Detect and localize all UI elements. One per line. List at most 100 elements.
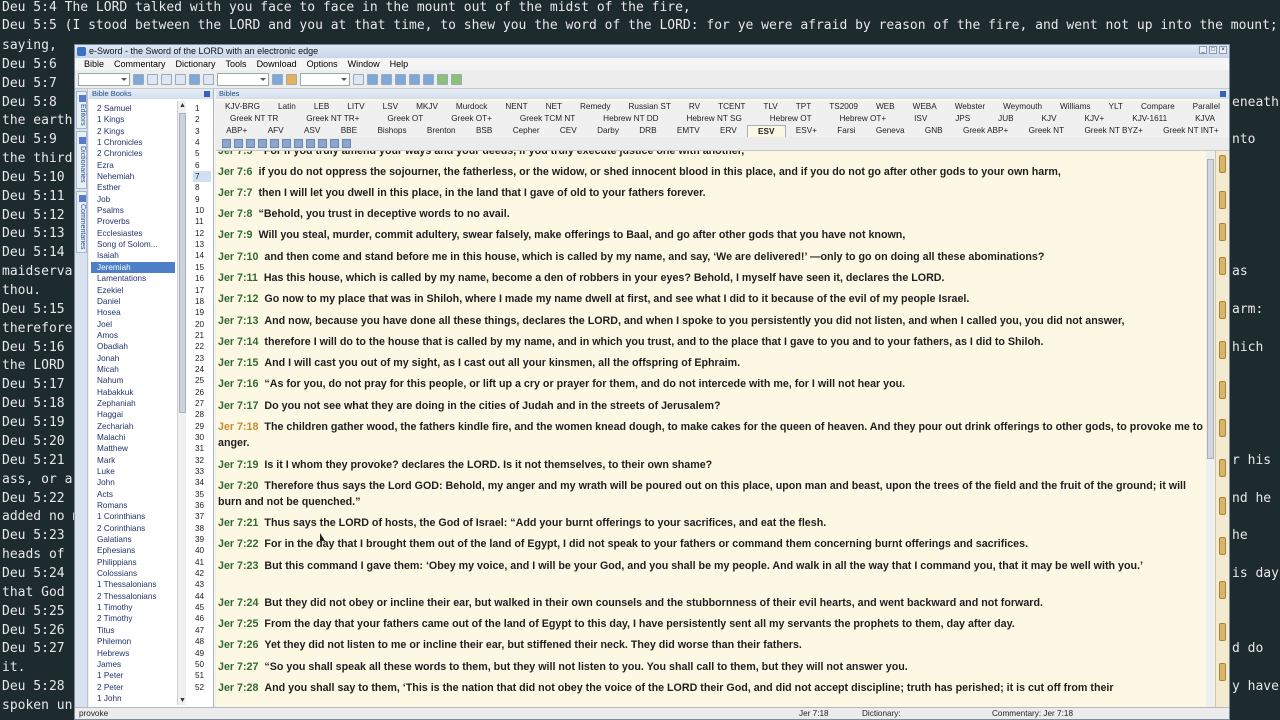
tab-parallel[interactable]: Parallel xyxy=(1184,101,1229,113)
chapter-item[interactable]: 25 xyxy=(193,375,211,386)
chapter-item[interactable]: 8 xyxy=(193,182,211,193)
tab-ts2009[interactable]: TS2009 xyxy=(820,101,867,113)
layout3-icon[interactable] xyxy=(395,73,406,85)
verse-reference[interactable]: Jer 7:22 xyxy=(218,538,258,550)
tab-weba[interactable]: WEBA xyxy=(904,101,946,113)
pin-icon[interactable] xyxy=(1220,91,1226,97)
tab-emtv[interactable]: EMTV xyxy=(667,125,710,137)
book-item[interactable]: Nahum xyxy=(91,375,175,386)
link-icon[interactable] xyxy=(342,139,351,148)
tab-net[interactable]: NET xyxy=(537,101,571,113)
chapter-item[interactable]: 46 xyxy=(193,613,211,624)
binoculars-icon[interactable] xyxy=(234,139,243,148)
tab-hebrew-ot[interactable]: Hebrew OT xyxy=(756,113,826,125)
chapter-item[interactable]: 43 xyxy=(193,579,211,590)
tab-latin[interactable]: Latin xyxy=(269,101,305,113)
book-item[interactable]: Lamentations xyxy=(91,273,175,284)
chapter-item[interactable]: 49 xyxy=(193,648,211,659)
verse-row[interactable]: Jer 7:21 Thus says the LORD of hosts, the… xyxy=(218,515,1209,531)
book-item[interactable]: 2 Thessalonians xyxy=(91,591,175,602)
verse-reference[interactable]: Jer 7:24 xyxy=(218,597,258,609)
menu-help[interactable]: Help xyxy=(385,58,414,70)
verse-reference[interactable]: Jer 7:19 xyxy=(218,459,258,471)
book-item[interactable]: Mark xyxy=(91,455,175,466)
tab-greek-nt-int-[interactable]: Greek NT INT+ xyxy=(1153,125,1229,137)
chapter-item[interactable]: 48 xyxy=(193,636,211,647)
tab-jps[interactable]: JPS xyxy=(941,113,984,125)
verse-reference[interactable]: Jer 7:8 xyxy=(218,208,252,220)
font-icon[interactable] xyxy=(270,139,279,148)
book-item[interactable]: Luke xyxy=(91,466,175,477)
menu-options[interactable]: Options xyxy=(302,58,343,70)
tab-rv[interactable]: RV xyxy=(680,101,709,113)
chapter-item[interactable]: 50 xyxy=(193,659,211,670)
book-item[interactable]: Malachi xyxy=(91,432,175,443)
book-item[interactable]: Daniel xyxy=(91,296,175,307)
bookmark-marker[interactable] xyxy=(1219,419,1226,437)
book-item[interactable]: Jeremiah xyxy=(91,261,175,274)
book-item[interactable]: Isaiah xyxy=(91,250,175,261)
tab-russian-st[interactable]: Russian ST xyxy=(620,101,680,113)
tab-abp-[interactable]: ABP+ xyxy=(216,125,258,137)
tab-bsb[interactable]: BSB xyxy=(466,125,503,137)
minimize-icon[interactable]: _ xyxy=(1199,46,1207,54)
tab-webster[interactable]: Webster xyxy=(946,101,994,113)
book-item[interactable]: Psalms xyxy=(91,205,175,216)
chapter-item[interactable]: 3 xyxy=(193,126,211,137)
menu-tools[interactable]: Tools xyxy=(221,58,252,70)
verse-row[interactable]: Jer 7:18 The children gather wood, the fa… xyxy=(218,419,1209,451)
tab-kjv-brg[interactable]: KJV-BRG xyxy=(216,101,269,113)
pin-icon[interactable] xyxy=(204,91,210,97)
tab-darby[interactable]: Darby xyxy=(587,125,629,137)
chapter-item[interactable]: 30 xyxy=(193,432,211,443)
tab-greek-nt-tr-[interactable]: Greek NT TR+ xyxy=(292,113,373,125)
back-icon[interactable] xyxy=(147,73,158,85)
next-icon[interactable] xyxy=(175,73,186,85)
book-item[interactable]: Song of Solom... xyxy=(91,239,175,250)
book-item[interactable]: Matthew xyxy=(91,443,175,454)
book-list-scrollbar[interactable]: ▲ ▼ xyxy=(177,101,186,705)
book-item[interactable]: 1 Kings xyxy=(91,114,175,125)
verse-reference[interactable]: Jer 7:10 xyxy=(218,251,258,263)
menu-download[interactable]: Download xyxy=(252,58,302,70)
book-item[interactable]: John xyxy=(91,477,175,488)
search-options-icon[interactable] xyxy=(203,73,214,85)
book-item[interactable]: Obadiah xyxy=(91,341,175,352)
verse-row[interactable]: Jer 7:13 And now, because you have done a… xyxy=(218,313,1209,329)
tab-commentaries[interactable]: Commentaries xyxy=(76,191,87,253)
tab-esv[interactable]: ESV xyxy=(746,125,786,137)
book-item[interactable]: Hebrews xyxy=(91,648,175,659)
bookmark-marker[interactable] xyxy=(1219,381,1226,399)
verse-row[interactable]: Jer 7:6 if you do not oppress the sojourn… xyxy=(218,164,1209,180)
chapter-item[interactable]: 7 xyxy=(193,171,211,183)
book-item[interactable]: 2 Chronicles xyxy=(91,148,175,159)
bookmark-marker[interactable] xyxy=(1219,341,1226,359)
chapter-item[interactable]: 51 xyxy=(193,670,211,681)
verse-row[interactable]: Jer 7:12 Go now to my place that was in S… xyxy=(218,291,1209,307)
menu-commentary[interactable]: Commentary xyxy=(109,58,171,70)
verse-reference[interactable]: Jer 7:26 xyxy=(218,639,258,651)
verse-reference[interactable]: Jer 7:17 xyxy=(218,400,258,412)
book-item[interactable]: Zechariah xyxy=(91,421,175,432)
notes-icon[interactable] xyxy=(258,139,267,148)
chapter-item[interactable]: 10 xyxy=(193,205,211,216)
book-item[interactable]: Nehemiah xyxy=(91,171,175,182)
chapter-item[interactable]: 20 xyxy=(193,319,211,330)
book-icon[interactable] xyxy=(133,73,144,85)
verse-row[interactable]: Jer 7:22 For in the day that I brought th… xyxy=(218,536,1209,552)
chapter-item[interactable]: 5 xyxy=(193,148,211,159)
book-item[interactable]: 1 Chronicles xyxy=(91,137,175,148)
verse-reference[interactable]: Jer 7:27 xyxy=(218,661,258,673)
verse-row[interactable]: Jer 7:20 Therefore thus says the Lord GOD… xyxy=(218,478,1209,510)
book-item[interactable]: Colossians xyxy=(91,568,175,579)
tab-greek-abp-[interactable]: Greek ABP+ xyxy=(953,125,1019,137)
chapter-item[interactable]: 34 xyxy=(193,477,211,488)
tab-remedy[interactable]: Remedy xyxy=(571,101,620,113)
verse-reference[interactable]: Jer 7:5 xyxy=(218,151,252,157)
tab-farsi[interactable]: Farsi xyxy=(827,125,866,137)
chapter-item[interactable]: 24 xyxy=(193,364,211,375)
chapter-item[interactable]: 27 xyxy=(193,398,211,409)
book-item[interactable]: 2 Peter xyxy=(91,682,175,693)
tab-greek-nt[interactable]: Greek NT xyxy=(1018,125,1074,137)
verse-row[interactable]: Jer 7:27 “So you shall speak all these wo… xyxy=(218,659,1209,675)
